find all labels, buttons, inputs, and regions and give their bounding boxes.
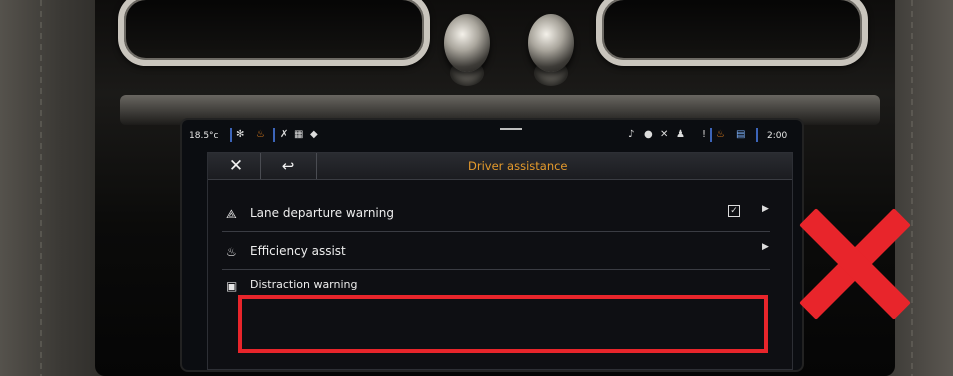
back-button[interactable]: ↩: [268, 156, 308, 176]
fan-icon[interactable]: ✻: [236, 129, 244, 141]
dialog-title: Driver assistance: [468, 159, 568, 173]
left-air-vent: [118, 0, 430, 66]
dialog-toolbar: ✕ ↩ Driver assistance: [208, 153, 792, 180]
missing-setting-highlight-box: [238, 295, 768, 353]
status-separator: [273, 128, 275, 142]
drawer-handle[interactable]: [500, 128, 522, 130]
toolbar-divider: [316, 153, 317, 179]
chevron-right-icon[interactable]: ▶: [762, 204, 769, 214]
grid-icon[interactable]: ▦: [294, 129, 303, 141]
toolbar-divider: [260, 153, 261, 179]
status-bar: 18.5°c ✻ ♨ ✗ ▦ ◆ ♪ ● ✕ ♟ ! ♨ ▤ 2:00: [182, 126, 802, 146]
list-item-lane-departure-warning[interactable]: ⟁ Lane departure warning ✓ ▶: [222, 197, 770, 232]
car-interior-photo: 18.5°c ✻ ♨ ✗ ▦ ◆ ♪ ● ✕ ♟ ! ♨ ▤ 2:00 ✕ ↩: [0, 0, 953, 376]
list-item-efficiency-assist[interactable]: ♨ Efficiency assist ▶: [222, 235, 770, 270]
list-item-label: Efficiency assist: [250, 244, 346, 258]
right-vent-knob[interactable]: [528, 14, 574, 72]
seat-heating-icon[interactable]: ♨: [256, 129, 265, 141]
alert-icon: !: [702, 129, 707, 140]
lane-departure-checkbox[interactable]: ✓: [728, 205, 740, 217]
record-icon: ●: [644, 129, 653, 140]
list-item-label: Distraction warning: [250, 278, 358, 291]
signal-icon: ✕: [660, 129, 669, 140]
sound-icon: ♪: [628, 129, 635, 140]
close-button[interactable]: ✕: [216, 156, 256, 176]
seat-icon[interactable]: ♨: [716, 129, 725, 141]
temperature-readout: 18.5°c: [189, 131, 219, 141]
efficiency-icon: ♨: [226, 245, 237, 259]
list-item-label: Lane departure warning: [250, 206, 394, 220]
phone-off-icon[interactable]: ✗: [280, 129, 288, 141]
person-icon: ♟: [676, 129, 685, 140]
cube-icon[interactable]: ◆: [310, 129, 318, 141]
status-separator: [230, 128, 232, 142]
distraction-icon: ▣: [226, 279, 238, 293]
lane-departure-icon: ⟁: [226, 207, 237, 221]
left-vent-knob[interactable]: [444, 14, 490, 72]
clock: 2:00: [767, 131, 788, 141]
status-separator: [756, 128, 758, 142]
status-separator: [710, 128, 712, 142]
right-air-vent: [596, 0, 868, 66]
red-x-mark-icon: [797, 208, 911, 320]
media-icon[interactable]: ▤: [736, 129, 745, 141]
chevron-right-icon[interactable]: ▶: [762, 242, 769, 252]
